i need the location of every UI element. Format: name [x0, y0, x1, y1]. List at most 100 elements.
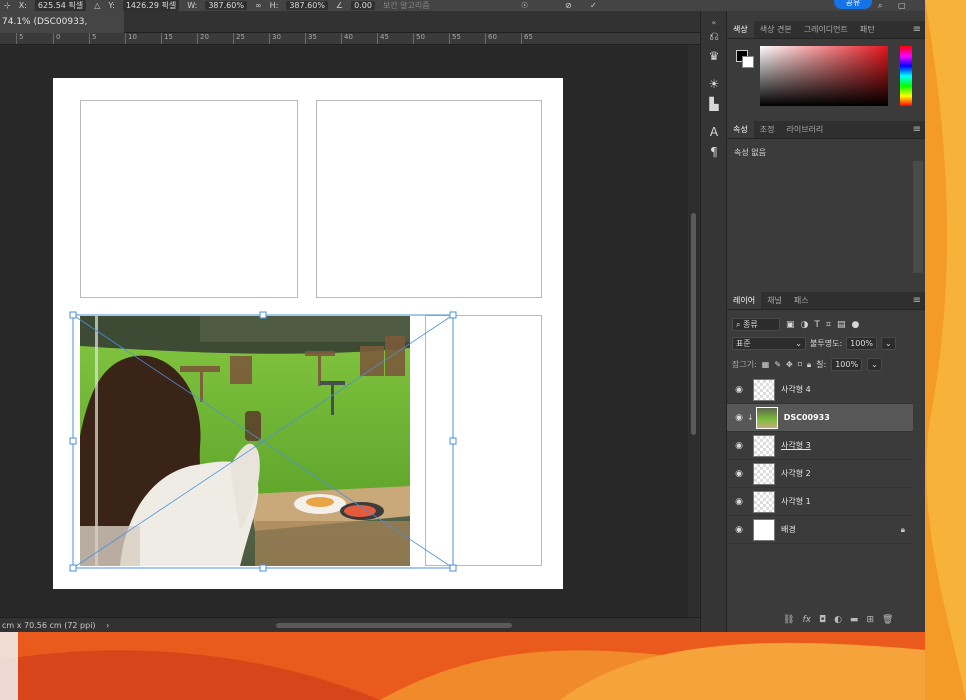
- horizontal-scroll-thumb[interactable]: [276, 623, 512, 628]
- eye-icon[interactable]: ◉: [727, 497, 751, 507]
- search-icon[interactable]: ⌕: [878, 1, 882, 11]
- filter-shape-icon[interactable]: ⌗: [826, 320, 831, 330]
- commit-transform-icon[interactable]: ✓: [590, 1, 597, 10]
- history-icon[interactable]: ⎌: [706, 28, 722, 44]
- tab-swatches[interactable]: 색상 견본: [754, 21, 798, 38]
- tab-libraries[interactable]: 라이브러리: [780, 121, 829, 138]
- width-field[interactable]: 387.60%: [205, 1, 247, 10]
- panel-menu-icon[interactable]: ≡: [913, 21, 921, 39]
- histogram-icon[interactable]: ▙: [706, 96, 722, 112]
- ruler-tick: 5: [16, 33, 23, 44]
- mask-icon[interactable]: ◘: [819, 615, 826, 625]
- angle-field[interactable]: 0.00: [351, 1, 375, 10]
- eye-icon[interactable]: ◉: [727, 385, 751, 395]
- lock-artboard-icon[interactable]: ⌑: [798, 360, 802, 369]
- layer-kind-filter[interactable]: ⌕ 종류: [732, 318, 780, 331]
- layer-row[interactable]: ◉ 사각형 4: [727, 376, 913, 404]
- tab-color[interactable]: 색상: [727, 21, 754, 38]
- filter-toggle-icon[interactable]: ●: [851, 320, 859, 330]
- paragraph-icon[interactable]: ¶: [706, 144, 722, 160]
- character-icon[interactable]: A: [706, 124, 722, 140]
- layer-name[interactable]: 배경: [781, 524, 796, 535]
- tab-pattern[interactable]: 패턴: [854, 21, 881, 38]
- layer-thumbnail: [753, 518, 775, 541]
- ruler-tick: 45: [377, 33, 389, 44]
- layer-name[interactable]: 사각형 3: [781, 440, 811, 451]
- hue-slider[interactable]: [900, 46, 912, 106]
- lock-icon[interactable]: 🔒︎: [901, 525, 905, 535]
- brush-presets-icon[interactable]: ♛: [706, 48, 722, 64]
- transform-bounding-box[interactable]: [0, 45, 688, 617]
- layer-name[interactable]: 사각형 1: [781, 496, 811, 507]
- layer-row[interactable]: ◉ 사각형 1: [727, 488, 913, 516]
- height-field[interactable]: 387.60%: [286, 1, 328, 10]
- layer-name[interactable]: DSC00933: [784, 413, 830, 422]
- document-tab[interactable]: 74.1% (DSC00933, RGB/8#) *: [0, 11, 124, 49]
- adjustments-sun-icon[interactable]: ☀: [706, 76, 722, 92]
- status-chevron[interactable]: ›: [106, 621, 109, 630]
- reference-point-icon[interactable]: ⊹: [4, 1, 11, 10]
- tab-layers[interactable]: 레이어: [727, 292, 762, 309]
- no-properties-text: 속성 없음: [734, 148, 766, 157]
- y-position-field[interactable]: 1426.29 픽셀: [122, 0, 180, 11]
- tab-channels[interactable]: 채널: [761, 292, 788, 309]
- eye-icon[interactable]: ◉: [727, 441, 751, 451]
- eye-icon[interactable]: ◉: [727, 469, 751, 479]
- link-proportions-icon[interactable]: ∞: [255, 1, 262, 10]
- tab-properties[interactable]: 속성: [727, 121, 754, 138]
- warp-icon[interactable]: ☉: [521, 1, 528, 10]
- layers-footer: ⛓ fx ◘ ◐ ▬ ⊞ 🗑︎: [783, 615, 893, 625]
- opacity-field[interactable]: 100%: [846, 337, 878, 350]
- new-layer-icon[interactable]: ⊞: [866, 615, 874, 625]
- horizontal-ruler[interactable]: 5 0 5 10 15 20 25 30 35 40 45 50 55 60 6…: [0, 33, 700, 45]
- delta-icon[interactable]: △: [94, 1, 100, 10]
- filter-adjustment-icon[interactable]: ◑: [801, 320, 809, 330]
- blend-mode-select[interactable]: 표준 ⌄: [732, 337, 806, 350]
- lock-move-icon[interactable]: ✥: [786, 360, 793, 369]
- trash-icon[interactable]: 🗑︎: [882, 615, 893, 625]
- lock-all-icon[interactable]: 🔒︎: [807, 360, 811, 370]
- document-tab-bar: 74.1% (DSC00933, RGB/8#) *: [0, 11, 700, 49]
- color-field[interactable]: [760, 46, 888, 106]
- tab-gradient[interactable]: 그레이디언트: [798, 21, 854, 38]
- layer-row[interactable]: ◉ 배경 🔒︎: [727, 516, 913, 544]
- layer-row-selected[interactable]: ◉ ↓ DSC00933: [727, 404, 913, 432]
- fx-icon[interactable]: fx: [802, 615, 811, 625]
- layer-row[interactable]: ◉ 사각형 3: [727, 432, 913, 460]
- filter-smart-object-icon[interactable]: ▤: [837, 320, 846, 330]
- scroll-thumb[interactable]: [691, 213, 696, 435]
- workspace-icon[interactable]: ▢: [898, 1, 906, 10]
- chevron-down-icon[interactable]: ⌄: [867, 358, 882, 371]
- properties-scrollbar[interactable]: [913, 161, 923, 273]
- panel-menu-icon[interactable]: ≡: [913, 121, 921, 139]
- filter-type-icon[interactable]: T: [814, 320, 820, 330]
- eye-icon[interactable]: ◉: [727, 525, 751, 535]
- layer-row[interactable]: ◉ 사각형 2: [727, 460, 913, 488]
- layer-thumbnail: [753, 434, 775, 457]
- background-swatch[interactable]: [742, 56, 754, 68]
- cancel-transform-icon[interactable]: ⊘: [565, 1, 572, 10]
- link-icon[interactable]: ⛓: [783, 615, 794, 625]
- right-panels: 색상 색상 견본 그레이디언트 패턴 ≡ 속성 조정 라이브러리 ≡ 속성 없음…: [727, 11, 925, 632]
- ruler-tick: 60: [485, 33, 497, 44]
- group-folder-icon[interactable]: ▬: [850, 615, 859, 625]
- tab-adjustments[interactable]: 조정: [754, 121, 781, 138]
- fill-field[interactable]: 100%: [831, 358, 863, 371]
- vertical-scrollbar[interactable]: [688, 45, 700, 617]
- layer-name[interactable]: 사각형 2: [781, 468, 811, 479]
- layer-name[interactable]: 사각형 4: [781, 384, 811, 395]
- x-position-field[interactable]: 625.54 픽셀: [34, 0, 87, 11]
- lock-brush-icon[interactable]: ✎: [774, 360, 781, 369]
- interpolation-label[interactable]: 보간 알고리즘: [383, 0, 430, 11]
- chevron-down-icon: ⌄: [795, 339, 802, 348]
- adjustment-icon[interactable]: ◐: [834, 615, 842, 625]
- tab-paths[interactable]: 패스: [788, 292, 815, 309]
- filter-pixel-icon[interactable]: ▣: [786, 320, 795, 330]
- canvas-area[interactable]: [0, 45, 688, 617]
- chevron-down-icon[interactable]: ⌄: [881, 337, 896, 350]
- lock-transparent-icon[interactable]: ▦: [762, 360, 770, 369]
- panel-menu-icon[interactable]: ≡: [913, 292, 921, 310]
- h-label: H:: [269, 1, 279, 10]
- x-label: X:: [18, 1, 27, 10]
- share-button[interactable]: 공유: [834, 0, 872, 9]
